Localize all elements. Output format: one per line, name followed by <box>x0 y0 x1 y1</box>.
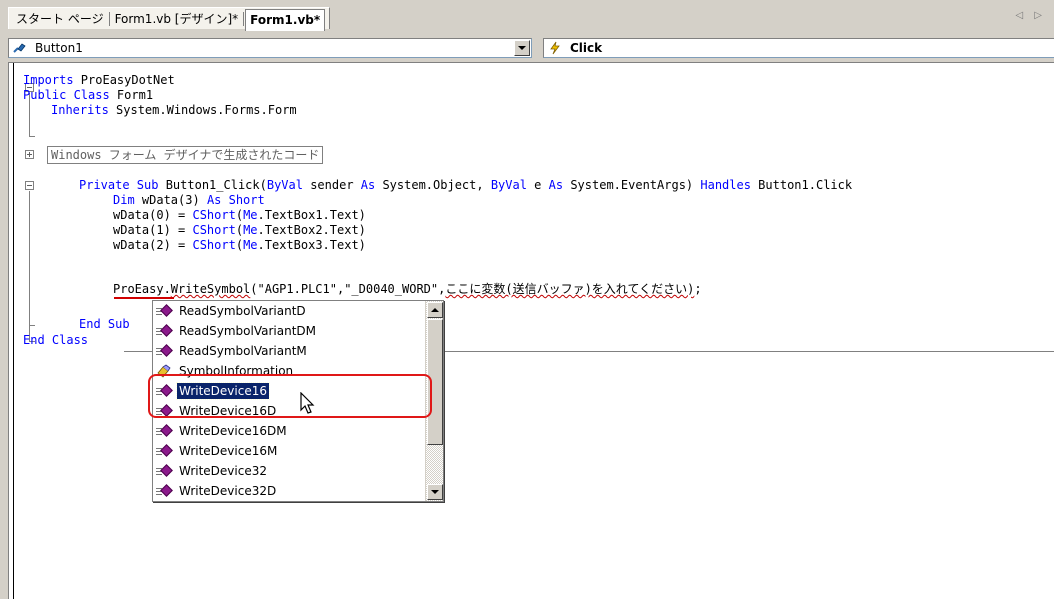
method-icon <box>155 463 177 479</box>
code-line-sub: Private Sub Button1_Click(ByVal sender A… <box>79 178 853 192</box>
completion-item[interactable]: ReadSymbolVariantDM <box>153 321 425 341</box>
completion-item-label: WriteDevice32D <box>179 484 277 498</box>
method-icon <box>155 443 177 459</box>
code-line-endclass: End Class <box>23 333 89 347</box>
method-icon <box>155 483 177 499</box>
mouse-cursor-icon <box>300 392 315 414</box>
tab-form1-code[interactable]: Form1.vb* <box>245 8 326 31</box>
code-line-class: Public Class Form1 <box>23 88 154 102</box>
gutter-border <box>13 63 14 599</box>
scroll-up-button[interactable] <box>427 302 443 318</box>
scroll-down-button[interactable] <box>427 484 443 500</box>
code-line-wdata1: wData(1) = CShort(Me.TextBox2.Text) <box>113 223 366 237</box>
collapse-sub-icon[interactable] <box>25 181 34 190</box>
tab-start-page[interactable]: スタート ページ <box>12 9 108 29</box>
tab-scroll-arrows[interactable]: ◁ ▷ <box>1015 10 1046 21</box>
tab-row: スタート ページ Form1.vb [デザイン]* Form1.vb* <box>8 7 331 31</box>
tab-separator <box>108 11 110 26</box>
expand-region-icon[interactable] <box>25 150 34 159</box>
method-icon <box>155 303 177 319</box>
tab-separator <box>243 11 245 26</box>
method-dropdown-value: Click <box>570 41 603 55</box>
collapsed-region[interactable]: Windows フォーム デザイナで生成されたコード <box>47 146 324 164</box>
completion-item[interactable]: ReadSymbolVariantD <box>153 301 425 321</box>
completion-item-label: ReadSymbolVariantDM <box>179 324 317 338</box>
completion-item[interactable]: WriteDevice32 <box>153 461 425 481</box>
completion-item-label: WriteDevice16DM <box>179 424 287 438</box>
navigation-bar: Button1 Click <box>0 36 1054 60</box>
chevron-down-icon[interactable] <box>514 40 530 56</box>
tab-form1-design[interactable]: Form1.vb [デザイン]* <box>111 9 243 29</box>
error-underline <box>114 297 174 299</box>
event-icon <box>544 40 566 56</box>
outline-line <box>29 191 30 325</box>
field-icon <box>9 40 31 56</box>
method-icon <box>155 343 177 359</box>
outline-line <box>29 136 35 137</box>
method-dropdown[interactable]: Click <box>543 38 1054 58</box>
code-line-dim: Dim wData(3) As Short <box>113 193 265 207</box>
completion-item-label: WriteDevice32 <box>179 464 267 478</box>
completion-item[interactable]: ReadSymbolVariantM <box>153 341 425 361</box>
code-line-wdata0: wData(0) = CShort(Me.TextBox1.Text) <box>113 208 366 222</box>
completion-item[interactable]: WriteDevice32D <box>153 481 425 501</box>
class-dropdown[interactable]: Button1 <box>8 38 532 58</box>
document-tab-strip: スタート ページ Form1.vb [デザイン]* Form1.vb* ◁ ▷ <box>0 0 1054 36</box>
code-line-wdata2: wData(2) = CShort(Me.TextBox3.Text) <box>113 238 366 252</box>
code-line-proeasy: ProEasy.WriteSymbol("AGP1.PLC1","_D0040_… <box>113 282 702 296</box>
method-icon <box>155 323 177 339</box>
annotation-highlight-ring <box>148 374 432 418</box>
completion-item-label: ReadSymbolVariantD <box>179 304 306 318</box>
code-line-inherits: Inherits System.Windows.Forms.Form <box>51 103 297 117</box>
completion-item[interactable]: WriteDevice16M <box>153 441 425 461</box>
method-icon <box>155 423 177 439</box>
code-line-imports: Imports ProEasyDotNet <box>23 73 175 87</box>
completion-item-label: WriteDevice16M <box>179 444 278 458</box>
completion-item-label: ReadSymbolVariantM <box>179 344 307 358</box>
class-dropdown-value: Button1 <box>35 41 83 55</box>
code-line-endsub: End Sub <box>79 317 130 331</box>
completion-item[interactable]: WriteDevice16DM <box>153 421 425 441</box>
